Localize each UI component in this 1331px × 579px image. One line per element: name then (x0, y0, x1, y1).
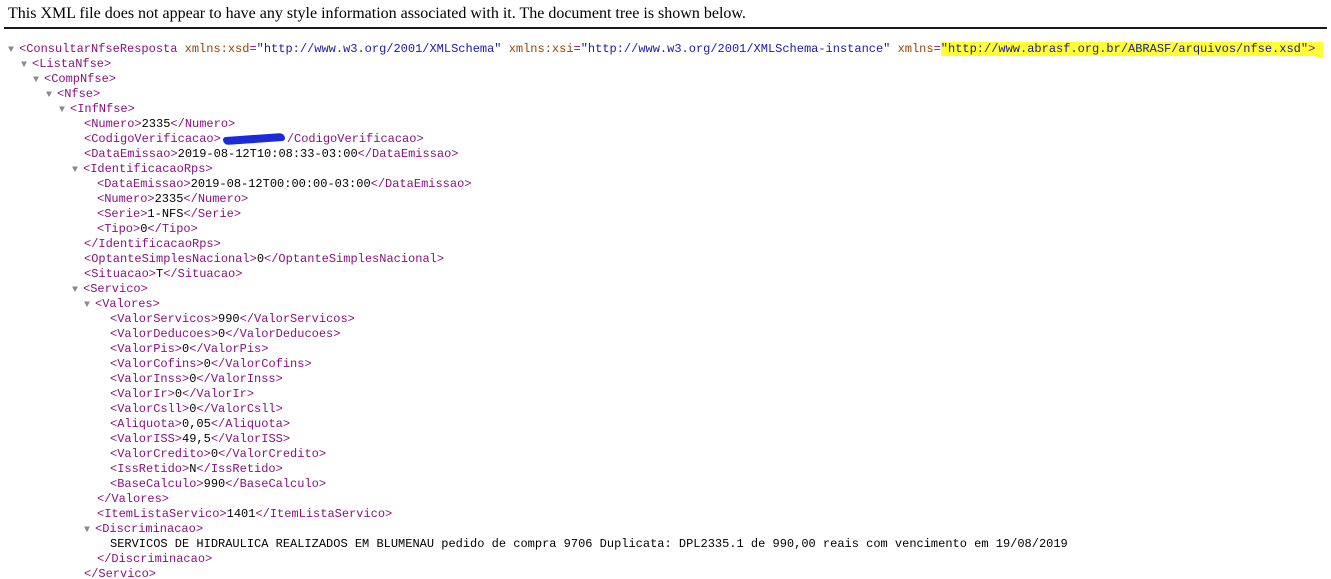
xml-close-identificacao-rps: </IdentificacaoRps> (84, 237, 221, 251)
rps-data-emissao-value: 2019-08-12T00:00:00-03:00 (190, 177, 371, 191)
xml-close-discriminacao: </Discriminacao> (97, 552, 213, 566)
xml-element-discriminacao: ▼ <Discriminacao> (84, 522, 203, 537)
triangle-down-icon[interactable]: ▼ (72, 163, 83, 178)
no-style-info-message: This XML file does not appear to have an… (8, 5, 746, 22)
tag-open-consultar-nfse-resposta: <ConsultarNfseResposta (19, 42, 178, 56)
tag-open-identificacao-rps: <IdentificacaoRps> (83, 162, 213, 176)
attr-xmlns-value: "http://www.abrasf.org.br/ABRASF/arquivo… (940, 42, 1309, 56)
xml-element-rps-data-emissao: <DataEmissao>2019-08-12T00:00:00-03:00</… (97, 177, 472, 191)
xml-element-inf-nfse: ▼ <InfNfse> (59, 102, 135, 117)
item-lista-servico-value: 1401 (226, 507, 256, 521)
attr-xmlns-xsd-value: "http://www.w3.org/2001/XMLSchema" (256, 42, 502, 56)
tag-open-nfse: <Nfse> (57, 87, 101, 101)
tag-open-discriminacao: <Discriminacao> (95, 522, 204, 536)
triangle-down-icon[interactable]: ▼ (84, 523, 95, 538)
xml-close-servico: </Servico> (84, 567, 157, 579)
header-divider (4, 27, 1327, 29)
xml-element-valor-csll: <ValorCsll>0</ValorCsll> (110, 402, 283, 416)
attr-xmlns-name: xmlns (897, 42, 934, 56)
xml-element-valor-inss: <ValorInss>0</ValorInss> (110, 372, 283, 386)
xml-element-situacao: <Situacao>T</Situacao> (84, 267, 243, 281)
tag-open-inf-nfse: <InfNfse> (70, 102, 135, 116)
xml-element-nfse: ▼ <Nfse> (46, 87, 100, 102)
xml-element-valor-cofins: <ValorCofins>0</ValorCofins> (110, 357, 312, 371)
xml-close-valores: </Valores> (97, 492, 170, 506)
xml-element-codigo-verificacao: <CodigoVerificacao>/CodigoVerificacao> (84, 132, 424, 146)
xml-element-comp-nfse: ▼ <CompNfse> (33, 72, 116, 87)
xml-element-base-calculo: <BaseCalculo>990</BaseCalculo> (110, 477, 327, 491)
xml-element-valor-servicos: <ValorServicos>990</ValorServicos> (110, 312, 355, 326)
xml-element-valor-credito: <ValorCredito>0</ValorCredito> (110, 447, 327, 461)
triangle-down-icon[interactable]: ▼ (84, 298, 95, 313)
triangle-down-icon[interactable]: ▼ (59, 103, 70, 118)
triangle-down-icon[interactable]: ▼ (33, 73, 44, 88)
rps-serie-value: 1-NFS (147, 207, 184, 221)
discriminacao-text: SERVICOS DE HIDRAULICA REALIZADOS EM BLU… (110, 537, 1068, 551)
xml-element-optante-simples-nacional: <OptanteSimplesNacional>0</OptanteSimple… (84, 252, 445, 266)
xml-element-data-emissao: <DataEmissao>2019-08-12T10:08:33-03:00</… (84, 147, 459, 161)
tag-open-lista-nfse: <ListaNfse> (32, 57, 112, 71)
tag-open-comp-nfse: <CompNfse> (44, 72, 117, 86)
xml-element-identificacao-rps: ▼ <IdentificacaoRps> (72, 162, 213, 177)
xml-element-servico: ▼ <Servico> (72, 282, 148, 297)
attr-xmlns-xsi-name: xmlns:xsi (508, 42, 574, 56)
xml-element-numero: <Numero>2335</Numero> (84, 117, 236, 131)
xml-element-valor-pis: <ValorPis>0</ValorPis> (110, 342, 269, 356)
xml-element-aliquota: <Aliquota>0,05</Aliquota> (110, 417, 291, 431)
xml-element-valor-deducoes: <ValorDeducoes>0</ValorDeducoes> (110, 327, 341, 341)
xml-element-rps-tipo: <Tipo>0</Tipo> (97, 222, 198, 236)
xml-element-lista-nfse: ▼ <ListaNfse> (21, 57, 111, 72)
data-emissao-value: 2019-08-12T10:08:33-03:00 (177, 147, 358, 161)
attr-xmlns-xsi-value: "http://www.w3.org/2001/XMLSchema-instan… (580, 42, 891, 56)
triangle-down-icon[interactable]: ▼ (8, 43, 19, 58)
numero-value: 2335 (141, 117, 171, 131)
xml-element-valor-ir: <ValorIr>0</ValorIr> (110, 387, 255, 401)
highlighted-namespace-url: "http://www.abrasf.org.br/ABRASF/arquivo… (940, 42, 1316, 56)
triangle-down-icon[interactable]: ▼ (72, 283, 83, 298)
xml-element-valores: ▼ <Valores> (84, 297, 160, 312)
rps-numero-value: 2335 (154, 192, 184, 206)
redacted-scribble (222, 132, 286, 146)
xml-root-element: ▼ <ConsultarNfseResposta xmlns:xsd="http:… (8, 42, 1324, 58)
xml-element-iss-retido: <IssRetido>N</IssRetido> (110, 462, 283, 476)
triangle-down-icon[interactable]: ▼ (46, 88, 57, 103)
xml-element-rps-numero: <Numero>2335</Numero> (97, 192, 249, 206)
xml-element-rps-serie: <Serie>1-NFS</Serie> (97, 207, 242, 221)
tag-open-servico: <Servico> (83, 282, 148, 296)
tag-open-valores: <Valores> (95, 297, 160, 311)
xml-element-valor-iss: <ValorISS>49,5</ValorISS> (110, 432, 291, 446)
attr-xmlns-xsd-name: xmlns:xsd (184, 42, 250, 56)
optante-value: 0 (256, 252, 265, 266)
triangle-down-icon[interactable]: ▼ (21, 58, 32, 73)
xml-element-item-lista-servico: <ItemListaServico>1401</ItemListaServico… (97, 507, 393, 521)
